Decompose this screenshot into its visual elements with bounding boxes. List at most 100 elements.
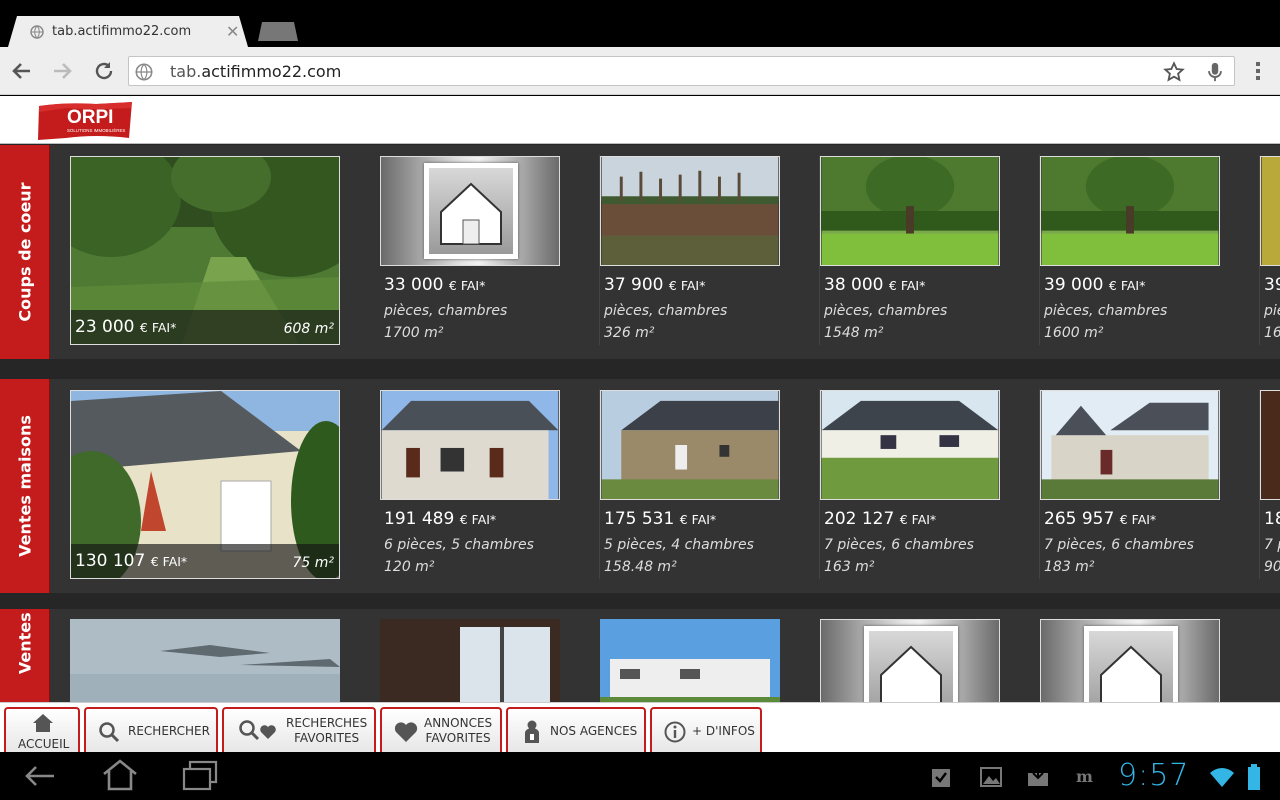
- wifi-icon: [1210, 768, 1234, 787]
- nav-label: NOS AGENCES: [550, 724, 638, 738]
- system-bar: m 9:57: [0, 752, 1280, 800]
- nav-recherches-favorites-button[interactable]: RECHERCHES FAVORITES: [222, 707, 376, 752]
- listing-price: 191 489 € FAI*: [384, 509, 497, 529]
- listing-price: 23 000 € FAI*: [75, 317, 177, 337]
- listing-rooms: piè: [1264, 303, 1280, 319]
- listing-photo: [1040, 390, 1220, 500]
- listing-card[interactable]: 33 000 € FAI* pièces, chambres 1700 m²: [380, 145, 600, 359]
- listing-area: 326 m²: [604, 325, 655, 341]
- listing-photo[interactable]: [820, 619, 1000, 709]
- logo-text: ORPI: [67, 107, 113, 128]
- search-heart-icon: [239, 720, 276, 741]
- address-bar[interactable]: tab.actifimmo22.com: [128, 56, 1235, 86]
- listing-rooms: 7 p: [1264, 537, 1280, 553]
- section-label: Coups de coeur: [0, 145, 50, 359]
- listing-photo[interactable]: [1040, 619, 1220, 709]
- listing-price: 39: [1264, 275, 1280, 295]
- info-icon: [664, 721, 686, 743]
- listing-rooms: pièces, chambres: [1044, 303, 1168, 319]
- listing-card[interactable]: 265 957 € FAI* 7 pièces, 6 chambres 183 …: [1040, 379, 1260, 593]
- person-pin-icon: [525, 720, 539, 743]
- nav-infos-button[interactable]: + D'INFOS: [650, 707, 762, 752]
- nav-label: + D'INFOS: [692, 724, 755, 738]
- listing-area: 183 m²: [1044, 559, 1095, 575]
- featured-listing-card[interactable]: 130 107 € FAI* 75 m²: [70, 390, 340, 579]
- house-placeholder-icon: [1100, 645, 1162, 708]
- listing-photo[interactable]: [70, 619, 340, 709]
- close-icon[interactable]: ✕: [226, 22, 239, 41]
- listing-photo: [820, 156, 1000, 266]
- listing-photo[interactable]: [380, 619, 560, 709]
- browser-tab[interactable]: tab.actifimmo22.com ✕: [8, 16, 248, 47]
- listing-rooms: pièces, chambres: [824, 303, 948, 319]
- listing-card[interactable]: 37 900 € FAI* pièces, chambres 326 m²: [600, 145, 820, 359]
- nav-label: RECHERCHES FAVORITES: [286, 716, 368, 745]
- listing-photo: [1260, 156, 1280, 266]
- newspaper-icon: m: [1076, 767, 1093, 785]
- listing-area: 120 m²: [384, 559, 435, 575]
- listing-photo[interactable]: [600, 619, 780, 709]
- listing-area: 608 m²: [283, 321, 334, 337]
- listing-photo: [380, 390, 560, 500]
- mic-icon[interactable]: [1204, 61, 1226, 83]
- listing-area: 163 m²: [824, 559, 875, 575]
- recent-apps-icon[interactable]: [181, 760, 219, 792]
- house-placeholder-icon: [880, 645, 942, 708]
- listing-area: 1548 m²: [824, 325, 884, 341]
- listing-photo: [380, 156, 560, 266]
- listing-price: 265 957 € FAI*: [1044, 509, 1157, 529]
- listing-rooms: 7 pièces, 6 chambres: [824, 537, 974, 553]
- heart-icon: [394, 722, 418, 742]
- listing-rooms: 7 pièces, 6 chambres: [1044, 537, 1194, 553]
- nav-label: RECHERCHER: [128, 724, 210, 738]
- back-icon[interactable]: [10, 59, 34, 83]
- listing-area: 90: [1264, 559, 1280, 575]
- section-label: Ventes maisons: [0, 379, 50, 593]
- featured-listing-card[interactable]: 23 000 € FAI* 608 m²: [70, 156, 340, 345]
- reload-icon[interactable]: [92, 59, 116, 83]
- new-tab-button[interactable]: [258, 22, 298, 41]
- listing-card-partial[interactable]: 39 piè 16: [1260, 145, 1280, 359]
- listing-area: 1700 m²: [384, 325, 444, 341]
- menu-icon[interactable]: [1250, 59, 1266, 83]
- section-ventes-maisons: Ventes maisons 130 107 € FAI* 75 m² 191 …: [0, 379, 1280, 593]
- search-icon: [99, 722, 120, 743]
- bottom-navigation: ACCUEIL RECHERCHER RECHERCHES FAVORITES A…: [0, 702, 1280, 752]
- listing-rooms: pièces, chambres: [604, 303, 728, 319]
- listing-price: 39 000 € FAI*: [1044, 275, 1146, 295]
- browser-tab-strip: tab.actifimmo22.com ✕: [0, 0, 1280, 47]
- home-icon[interactable]: [100, 758, 140, 792]
- listing-card-partial[interactable]: 18 7 p 90: [1260, 379, 1280, 593]
- globe-icon: [30, 25, 44, 39]
- home-icon: [33, 714, 53, 732]
- globe-icon: [135, 63, 153, 81]
- nav-label: ACCUEIL: [18, 737, 70, 751]
- listing-photo: [600, 390, 780, 500]
- listing-card[interactable]: 175 531 € FAI* 5 pièces, 4 chambres 158.…: [600, 379, 820, 593]
- orpi-logo[interactable]: ORPI SOLUTIONS IMMOBILIÈRES: [36, 100, 134, 140]
- forward-icon[interactable]: [50, 59, 74, 83]
- listing-card[interactable]: 38 000 € FAI* pièces, chambres 1548 m²: [820, 145, 1040, 359]
- nav-rechercher-button[interactable]: RECHERCHER: [84, 707, 218, 752]
- listing-photo: [1040, 156, 1220, 266]
- nav-nos-agences-button[interactable]: NOS AGENCES: [506, 707, 646, 752]
- nav-accueil-button[interactable]: ACCUEIL: [4, 707, 80, 752]
- listing-rooms: 5 pièces, 4 chambres: [604, 537, 754, 553]
- back-icon[interactable]: [22, 762, 58, 790]
- listing-card[interactable]: 191 489 € FAI* 6 pièces, 5 chambres 120 …: [380, 379, 600, 593]
- listing-price: 175 531 € FAI*: [604, 509, 717, 529]
- listing-photo: [600, 156, 780, 266]
- nav-label: ANNONCES FAVORITES: [424, 716, 493, 745]
- web-page: ORPI SOLUTIONS IMMOBILIÈRES Coups de coe…: [0, 96, 1280, 752]
- download-icon: [1028, 766, 1048, 786]
- listing-area: 75 m²: [292, 555, 334, 571]
- tab-title: tab.actifimmo22.com: [52, 24, 192, 39]
- star-icon[interactable]: [1163, 61, 1185, 83]
- listing-card[interactable]: 202 127 € FAI* 7 pièces, 6 chambres 163 …: [820, 379, 1040, 593]
- listing-card[interactable]: 39 000 € FAI* pièces, chambres 1600 m²: [1040, 145, 1260, 359]
- battery-icon: [1248, 764, 1260, 790]
- nav-annonces-favorites-button[interactable]: ANNONCES FAVORITES: [380, 707, 502, 752]
- listing-area: 158.48 m²: [604, 559, 677, 575]
- listing-price: 18: [1264, 509, 1280, 529]
- listing-price: 38 000 € FAI*: [824, 275, 926, 295]
